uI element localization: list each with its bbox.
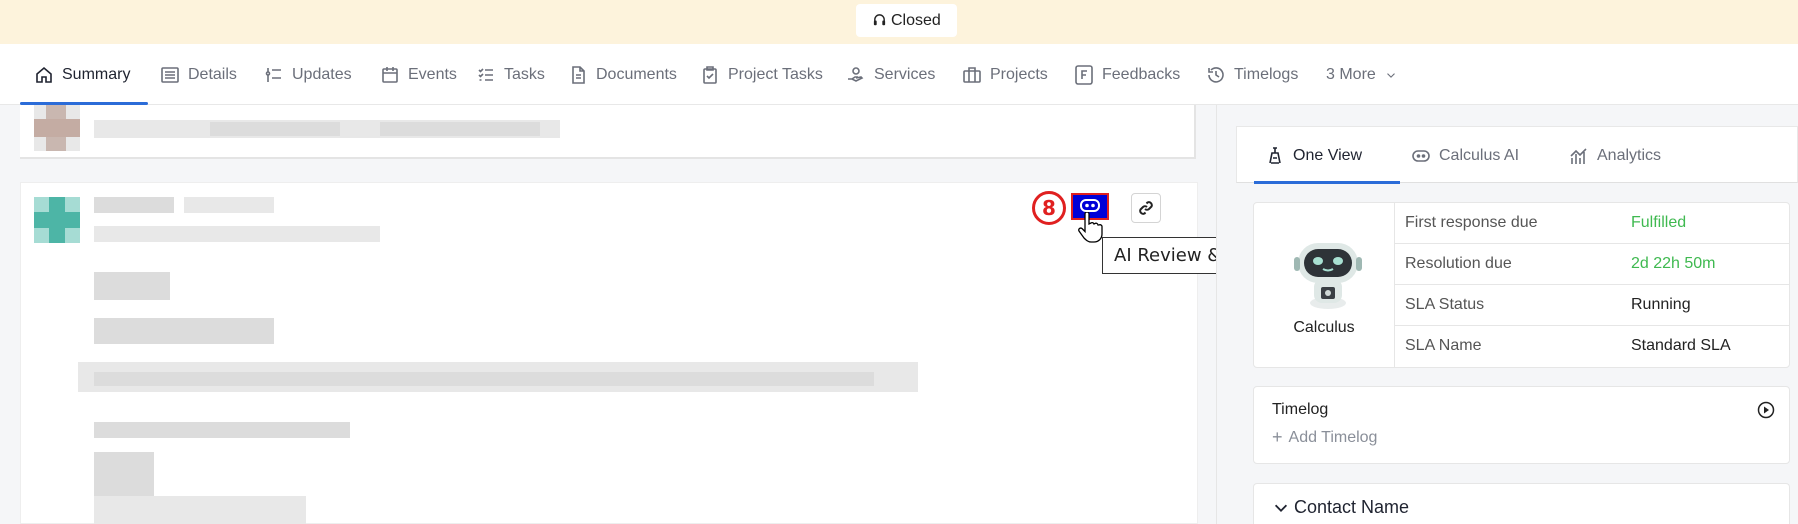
contact-card: Contact Name: [1253, 483, 1790, 524]
headset-icon: [873, 14, 886, 26]
updates-icon: [265, 67, 281, 82]
tab-label: Events: [408, 65, 457, 83]
ai-bot-icon: [1412, 149, 1430, 162]
analytics-icon: [1570, 147, 1587, 164]
history-icon: [1208, 66, 1224, 83]
tab-label: Updates: [292, 65, 352, 83]
calendar-icon: [382, 66, 398, 83]
home-icon: [36, 66, 52, 83]
calculus-bot-icon: [1294, 243, 1362, 309]
chevron-down-icon: [1274, 504, 1288, 512]
avatar: [34, 105, 80, 151]
blurred-text: [94, 226, 380, 242]
hand-cursor-icon: [1078, 212, 1103, 243]
clipboard-check-icon: [703, 65, 717, 84]
tab-events[interactable]: Events: [380, 44, 457, 105]
status-banner: Closed: [0, 0, 1798, 44]
blurred-text: [94, 272, 170, 300]
blurred-text: [94, 422, 350, 438]
sla-row-status: SLA Status Running: [1395, 285, 1789, 326]
blurred-text: [94, 318, 274, 344]
tab-feedbacks[interactable]: Feedbacks: [1074, 44, 1180, 105]
details-icon: [161, 66, 179, 83]
tab-label: Documents: [596, 65, 677, 83]
tab-label: One View: [1293, 146, 1363, 164]
blurred-text: [380, 122, 540, 136]
tasks-icon: [478, 67, 493, 81]
tab-label: Services: [874, 65, 936, 83]
tab-label: Project Tasks: [728, 65, 823, 83]
tab-documents[interactable]: Documents: [568, 44, 677, 105]
sla-value: Running: [1631, 296, 1691, 313]
blurred-text: [94, 452, 154, 496]
sla-value: Fulfilled: [1631, 214, 1687, 231]
sla-row-first-response: First response due Fulfilled: [1395, 203, 1789, 244]
blurred-text: [94, 496, 306, 524]
blurred-text: [94, 372, 874, 386]
tab-label: Projects: [990, 65, 1048, 83]
feedback-icon: [1075, 64, 1093, 85]
tab-label: Calculus AI: [1439, 146, 1520, 164]
blurred-text: [184, 197, 274, 213]
sla-card: Calculus First response due Fulfilled Re…: [1253, 202, 1790, 368]
blurred-text: [94, 197, 174, 213]
tab-label: Tasks: [504, 65, 545, 83]
tab-label: 3 More: [1326, 65, 1376, 83]
sla-key: SLA Status: [1405, 296, 1485, 313]
document-icon: [572, 65, 585, 84]
status-label: Closed: [891, 11, 941, 29]
one-view-icon: [1269, 146, 1281, 164]
tab-one-view[interactable]: One View: [1265, 127, 1362, 184]
sla-key: First response due: [1405, 214, 1538, 231]
chevron-down-icon: [1386, 72, 1395, 78]
sla-value: 2d 22h 50m: [1631, 255, 1716, 272]
sla-value: Standard SLA: [1631, 337, 1731, 354]
tab-tasks[interactable]: Tasks: [476, 44, 545, 105]
tab-updates[interactable]: Updates: [264, 44, 352, 105]
copy-link-button[interactable]: [1131, 193, 1161, 223]
tab-timelogs[interactable]: Timelogs: [1206, 44, 1298, 105]
tab-label: Timelogs: [1234, 65, 1299, 83]
tab-services[interactable]: Services: [846, 44, 935, 105]
sla-key: SLA Name: [1405, 337, 1482, 354]
active-tab-indicator: [1254, 181, 1400, 184]
tab-details[interactable]: Details: [160, 44, 237, 105]
hand-service-icon: [848, 66, 864, 82]
tab-analytics[interactable]: Analytics: [1569, 127, 1661, 184]
link-icon: [1139, 201, 1153, 215]
briefcase-icon: [963, 66, 981, 83]
right-panel-tabs: One View Calculus AI Analytics: [1236, 126, 1798, 184]
bot-name: Calculus: [1293, 319, 1355, 336]
sla-row-name: SLA Name Standard SLA: [1395, 326, 1789, 367]
play-circle-icon[interactable]: [1757, 401, 1775, 419]
sla-row-resolution: Resolution due 2d 22h 50m: [1395, 244, 1789, 285]
contact-title-label: Contact Name: [1294, 497, 1410, 517]
step-badge: 8: [1032, 191, 1066, 225]
tab-calculus-ai[interactable]: Calculus AI: [1411, 127, 1519, 184]
blurred-text: [210, 122, 340, 136]
tab-label: Feedbacks: [1102, 65, 1181, 83]
add-timelog-button[interactable]: + Add Timelog: [1272, 427, 1377, 448]
tab-more[interactable]: 3 More: [1326, 44, 1398, 105]
add-timelog-label: Add Timelog: [1288, 428, 1378, 446]
tab-label: Summary: [62, 65, 131, 83]
tab-projects[interactable]: Projects: [962, 44, 1048, 105]
timelog-card: Timelog + Add Timelog: [1253, 386, 1790, 464]
tab-label: Analytics: [1597, 146, 1662, 164]
contact-section-toggle[interactable]: Contact Name: [1272, 497, 1409, 518]
tab-summary[interactable]: Summary: [34, 44, 130, 105]
status-pill: Closed: [856, 4, 957, 37]
record-tabbar: Summary Details Updates Events Tasks Doc…: [0, 44, 1798, 105]
tab-label: Details: [188, 65, 237, 83]
sla-key: Resolution due: [1405, 255, 1512, 272]
avatar: [34, 197, 80, 243]
tab-project-tasks[interactable]: Project Tasks: [700, 44, 823, 105]
timelog-title: Timelog: [1272, 401, 1329, 418]
plus-icon: +: [1272, 427, 1283, 447]
